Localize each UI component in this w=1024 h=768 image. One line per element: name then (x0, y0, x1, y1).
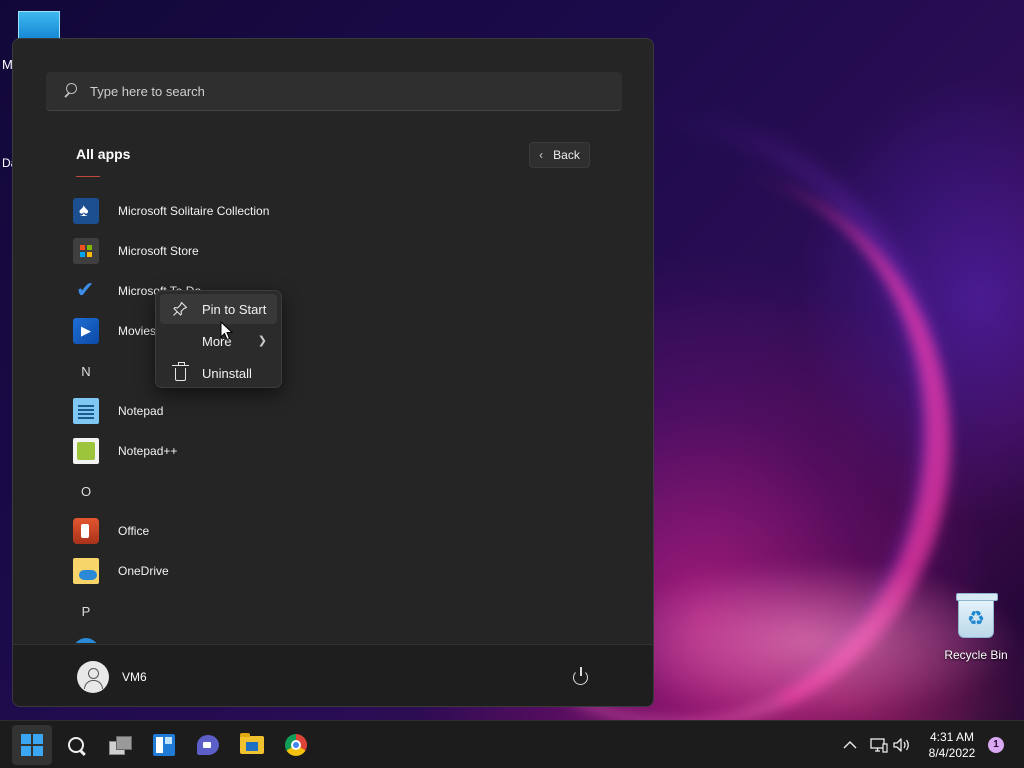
app-item-todo[interactable]: Microsoft To Do (73, 273, 593, 309)
app-label: Office (118, 524, 150, 538)
letter-header-n[interactable]: N (73, 353, 593, 389)
solitaire-icon (73, 198, 99, 224)
todo-icon (73, 277, 99, 304)
network-icon (870, 738, 888, 753)
letter-header-p[interactable]: P (73, 593, 593, 629)
notification-badge[interactable]: 1 (988, 737, 1004, 753)
back-label: Back (553, 148, 580, 162)
folder-icon (240, 733, 264, 754)
recycle-bin-label: Recycle Bin (944, 648, 1008, 662)
app-label: Microsoft Store (118, 244, 199, 258)
app-item-partial[interactable] (73, 633, 593, 643)
show-hidden-icons-button[interactable] (843, 721, 857, 768)
letter-label: P (81, 603, 91, 619)
app-item-notepadpp[interactable]: Notepad++ (73, 433, 593, 469)
user-account-button[interactable]: VM6 (77, 661, 147, 693)
chat-button[interactable] (188, 725, 228, 765)
chrome-button[interactable] (276, 725, 316, 765)
all-apps-list: Microsoft Solitaire Collection Microsoft… (13, 189, 653, 643)
app-label: OneDrive (118, 564, 169, 578)
app-item-movies[interactable]: Movies & TV (73, 313, 593, 349)
start-footer: VM6 (13, 644, 653, 706)
chrome-icon (285, 734, 307, 756)
search-icon (62, 82, 80, 100)
user-name: VM6 (122, 670, 147, 684)
app-label: Notepad++ (118, 444, 178, 458)
app-label: Microsoft Solitaire Collection (118, 204, 270, 218)
chevron-left-icon: ‹ (539, 148, 544, 162)
notepad-icon (73, 398, 99, 424)
taskbar-search-button[interactable] (56, 725, 96, 765)
app-context-menu: Pin to Start More ❯ Uninstall (155, 290, 282, 388)
notepadpp-icon (73, 438, 99, 464)
clock-time: 4:31 AM (929, 730, 975, 744)
letter-label: O (80, 483, 92, 499)
file-explorer-button[interactable] (232, 725, 272, 765)
desktop-shortcut-icon[interactable] (18, 11, 60, 39)
windows-logo-icon (21, 734, 43, 756)
search-input[interactable] (90, 83, 570, 99)
app-item-solitaire[interactable]: Microsoft Solitaire Collection (73, 193, 593, 229)
power-icon-stem (580, 667, 582, 676)
task-view-icon (109, 736, 132, 755)
start-search-box[interactable] (46, 72, 622, 111)
app-icon (73, 638, 99, 643)
chat-icon (197, 735, 219, 755)
app-label: Notepad (118, 404, 164, 418)
letter-label: N (81, 363, 91, 379)
network-button[interactable] (870, 721, 888, 768)
app-item-store[interactable]: Microsoft Store (73, 233, 593, 269)
system-clock[interactable]: 4:31 AM 8/4/2022 (918, 729, 986, 761)
volume-icon (893, 738, 909, 752)
movies-icon (73, 318, 99, 344)
recycle-bin-icon: ♻ (956, 593, 998, 638)
user-avatar-icon (77, 661, 109, 693)
app-item-office[interactable]: Office (73, 513, 593, 549)
volume-button[interactable] (893, 721, 911, 768)
chevron-up-icon (843, 741, 857, 749)
menu-item-label: Uninstall (202, 365, 252, 381)
trash-icon (172, 362, 189, 381)
search-icon (67, 736, 85, 754)
office-icon (73, 518, 99, 544)
start-menu: All apps ‹ Back Microsoft Solitaire Coll… (12, 38, 654, 707)
recycle-bin[interactable]: ♻ Recycle Bin (940, 593, 1012, 662)
app-item-onedrive[interactable]: OneDrive (73, 553, 593, 589)
all-apps-heading: All apps (76, 146, 131, 162)
pin-icon (172, 301, 188, 317)
menu-item-pin-to-start[interactable]: Pin to Start (160, 294, 277, 324)
task-view-button[interactable] (100, 725, 140, 765)
power-button[interactable] (570, 666, 592, 688)
clock-date: 8/4/2022 (928, 746, 976, 760)
taskbar: 4:31 AM 8/4/2022 1 (0, 720, 1024, 768)
menu-item-more[interactable]: More ❯ (160, 326, 277, 356)
store-icon (73, 238, 99, 264)
start-button[interactable] (12, 725, 52, 765)
chevron-right-icon: ❯ (257, 335, 267, 347)
back-button[interactable]: ‹ Back (529, 142, 590, 168)
widgets-button[interactable] (144, 725, 184, 765)
onedrive-icon (73, 558, 99, 584)
app-item-notepad[interactable]: Notepad (73, 393, 593, 429)
menu-item-label: Pin to Start (202, 301, 267, 317)
widgets-icon (153, 734, 175, 756)
letter-header-o[interactable]: O (73, 473, 593, 509)
menu-item-uninstall[interactable]: Uninstall (160, 358, 277, 388)
scroll-indicator (76, 176, 100, 177)
